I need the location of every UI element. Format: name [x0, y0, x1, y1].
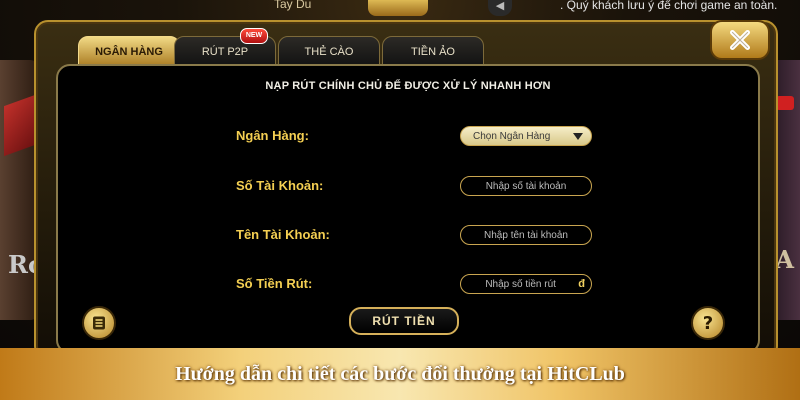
list-icon [93, 316, 105, 330]
currency-icon: đ [578, 278, 585, 290]
new-badge: NEW [240, 28, 268, 44]
help-button[interactable]: ? [691, 306, 725, 340]
account-number-label: Số Tài Khoản: [236, 178, 324, 193]
bank-label: Ngân Hàng: [236, 128, 309, 143]
account-name-label: Tên Tài Khoản: [236, 227, 330, 242]
right-tile-text: A [775, 245, 794, 274]
top-banner-label: Tay Du [274, 0, 312, 11]
question-icon: ? [702, 312, 714, 334]
caption-text: Hướng dẫn chi tiết các bước đổi thưởng t… [175, 362, 625, 385]
account-number-placeholder: Nhập số tài khoản [485, 180, 567, 192]
panel-title: NẠP RÚT CHÍNH CHỦ ĐỂ ĐƯỢC XỬ LÝ NHANH HƠ… [265, 80, 551, 92]
bank-select-value: Chọn Ngân Hàng [473, 130, 551, 142]
game-logo [368, 0, 428, 16]
left-tile-ribbon [4, 93, 38, 157]
amount-input[interactable]: Nhập số tiền rút đ [460, 274, 592, 294]
bank-select[interactable]: Chọn Ngân Hàng [460, 126, 592, 146]
amount-placeholder: Nhập số tiền rút [485, 278, 556, 290]
close-icon [729, 29, 751, 51]
chevron-down-icon [573, 132, 583, 140]
account-name-input[interactable]: Nhập tên tài khoản [460, 225, 592, 245]
right-tile-badge [776, 96, 794, 110]
amount-label: Số Tiền Rút: [236, 276, 313, 291]
account-number-input[interactable]: Nhập số tài khoản [460, 176, 592, 196]
top-banner: Tay Du [250, 0, 490, 18]
withdraw-button[interactable]: RÚT TIỀN [349, 307, 459, 335]
withdraw-dialog: NGÂN HÀNG RÚT P2P THẺ CÀO TIỀN ẢO NEW NẠ… [34, 20, 778, 360]
account-name-placeholder: Nhập tên tài khoản [484, 229, 568, 241]
history-button[interactable] [82, 306, 116, 340]
news-ticker: . Quý khách lưu ý để chơi game an toàn. [560, 0, 778, 12]
close-button[interactable] [710, 20, 770, 60]
speaker-icon[interactable]: ◀ [488, 0, 512, 16]
caption-bar: Hướng dẫn chi tiết các bước đổi thưởng t… [0, 348, 800, 400]
